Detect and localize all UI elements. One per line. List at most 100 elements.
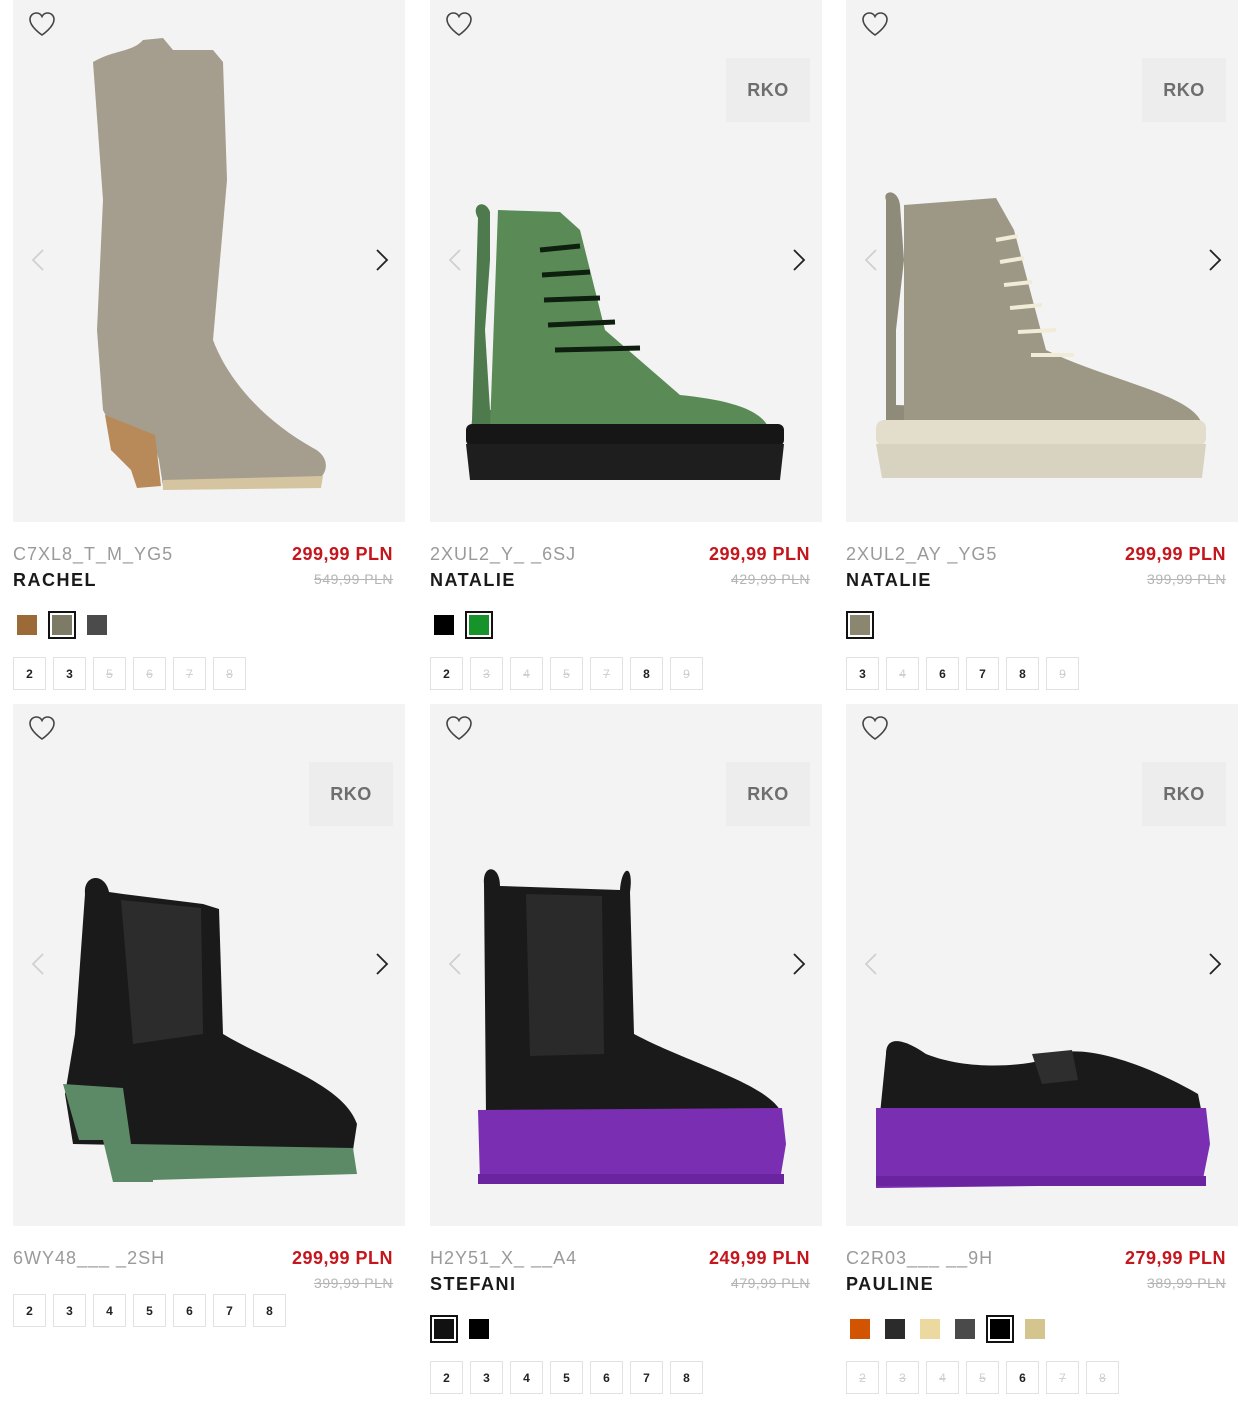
product-image[interactable]: RKO (846, 0, 1238, 522)
chevron-right-icon[interactable] (788, 245, 810, 275)
sale-price: 249,99 PLN (708, 1248, 810, 1268)
product-card[interactable]: C7XL8_T_M_YG5 RACHEL 299,99 PLN 549,99 P… (13, 0, 405, 690)
brand-badge: RKO (726, 58, 810, 122)
color-swatch[interactable] (430, 1315, 458, 1343)
chevron-left-icon[interactable] (860, 949, 882, 979)
size-option[interactable]: 2 (13, 657, 46, 690)
brand-badge: RKO (309, 762, 393, 826)
size-option[interactable]: 7 (966, 657, 999, 690)
color-swatch[interactable] (951, 1315, 979, 1343)
chevron-left-icon[interactable] (860, 245, 882, 275)
product-image[interactable] (13, 0, 405, 522)
swatch-color-fill (469, 1319, 489, 1339)
size-option[interactable]: 4 (510, 1361, 543, 1394)
chevron-right-icon[interactable] (788, 949, 810, 979)
swatch-color-fill (87, 615, 107, 635)
size-option[interactable]: 8 (213, 657, 246, 690)
sale-price: 299,99 PLN (1124, 544, 1226, 564)
size-option[interactable]: 3 (470, 1361, 503, 1394)
product-name[interactable]: STEFANI (430, 1274, 517, 1295)
size-option[interactable]: 8 (630, 657, 663, 690)
size-option[interactable]: 9 (670, 657, 703, 690)
swatch-color-fill (469, 615, 489, 635)
product-image[interactable]: RKO (13, 704, 405, 1226)
size-option[interactable]: 3 (846, 657, 879, 690)
size-option[interactable]: 6 (590, 1361, 623, 1394)
heart-icon[interactable] (860, 10, 890, 38)
size-option[interactable]: 3 (886, 1361, 919, 1394)
heart-icon[interactable] (444, 714, 474, 742)
product-card[interactable]: RKO C2R03___ __9H PAULINE 279,99 PLN 389… (846, 704, 1238, 1394)
product-name[interactable]: NATALIE (846, 570, 932, 591)
color-swatch[interactable] (846, 611, 874, 639)
product-sku: 2XUL2_AY _YG5 (846, 544, 998, 564)
original-price: 479,99 PLN (731, 1275, 810, 1291)
chevron-left-icon[interactable] (444, 245, 466, 275)
size-option[interactable]: 5 (550, 657, 583, 690)
product-card[interactable]: RKO H2Y51_X_ __A4 STEFANI 249,99 PLN 479… (430, 704, 822, 1394)
size-option[interactable]: 7 (630, 1361, 663, 1394)
size-option[interactable]: 7 (590, 657, 623, 690)
color-swatch[interactable] (48, 611, 76, 639)
chevron-left-icon[interactable] (27, 949, 49, 979)
product-image[interactable]: RKO (430, 704, 822, 1226)
color-swatch[interactable] (465, 1315, 493, 1343)
product-card[interactable]: RKO 2XUL2_Y_ _6SJ NATALIE 299,99 PLN 429… (430, 0, 822, 690)
size-option[interactable]: 9 (1046, 657, 1079, 690)
swatch-color-fill (1025, 1319, 1045, 1339)
product-card[interactable]: RKO 6WY48___ _2SH 299,99 PLN 399,99 PLN … (13, 704, 405, 1327)
size-option[interactable]: 2 (430, 1361, 463, 1394)
color-swatch[interactable] (986, 1315, 1014, 1343)
swatch-color-fill (850, 615, 870, 635)
chevron-right-icon[interactable] (1204, 949, 1226, 979)
size-option[interactable]: 5 (550, 1361, 583, 1394)
product-image[interactable]: RKO (430, 0, 822, 522)
size-option[interactable]: 4 (886, 657, 919, 690)
size-option[interactable]: 7 (1046, 1361, 1079, 1394)
chevron-right-icon[interactable] (371, 245, 393, 275)
color-swatch[interactable] (83, 611, 111, 639)
heart-icon[interactable] (27, 10, 57, 38)
color-swatch[interactable] (1021, 1315, 1049, 1343)
size-option[interactable]: 8 (670, 1361, 703, 1394)
color-swatch[interactable] (13, 611, 41, 639)
heart-icon[interactable] (860, 714, 890, 742)
swatch-color-fill (920, 1319, 940, 1339)
product-card[interactable]: RKO 2XUL2_AY _YG5 NATALIE 299,99 PLN 399… (846, 0, 1238, 690)
color-swatch[interactable] (430, 611, 458, 639)
product-name[interactable]: NATALIE (430, 570, 516, 591)
chevron-right-icon[interactable] (1204, 245, 1226, 275)
original-price: 389,99 PLN (1147, 1275, 1226, 1291)
color-swatch[interactable] (846, 1315, 874, 1343)
color-swatch[interactable] (881, 1315, 909, 1343)
size-option[interactable]: 5 (966, 1361, 999, 1394)
size-option[interactable]: 8 (1086, 1361, 1119, 1394)
size-option[interactable]: 8 (1006, 657, 1039, 690)
heart-icon[interactable] (27, 714, 57, 742)
original-price: 549,99 PLN (314, 571, 393, 587)
size-option[interactable]: 6 (1006, 1361, 1039, 1394)
product-sku: H2Y51_X_ __A4 (430, 1248, 578, 1268)
heart-icon[interactable] (444, 10, 474, 38)
chevron-left-icon[interactable] (444, 949, 466, 979)
product-name[interactable]: RACHEL (13, 570, 97, 591)
size-option[interactable]: 3 (470, 657, 503, 690)
product-image[interactable]: RKO (846, 704, 1238, 1226)
product-name[interactable]: PAULINE (846, 1274, 934, 1295)
chevron-left-icon[interactable] (27, 245, 49, 275)
size-option[interactable]: 5 (93, 657, 126, 690)
swatch-color-fill (434, 1319, 454, 1339)
size-option[interactable]: 6 (133, 657, 166, 690)
color-swatch[interactable] (465, 611, 493, 639)
brand-label: RKO (1163, 783, 1205, 804)
size-option[interactable]: 7 (173, 657, 206, 690)
color-swatch[interactable] (916, 1315, 944, 1343)
size-option[interactable]: 4 (510, 657, 543, 690)
size-option[interactable]: 2 (430, 657, 463, 690)
size-option[interactable]: 6 (926, 657, 959, 690)
chevron-right-icon[interactable] (371, 949, 393, 979)
swatch-color-fill (52, 615, 72, 635)
size-option[interactable]: 2 (846, 1361, 879, 1394)
size-option[interactable]: 4 (926, 1361, 959, 1394)
size-option[interactable]: 3 (53, 657, 86, 690)
